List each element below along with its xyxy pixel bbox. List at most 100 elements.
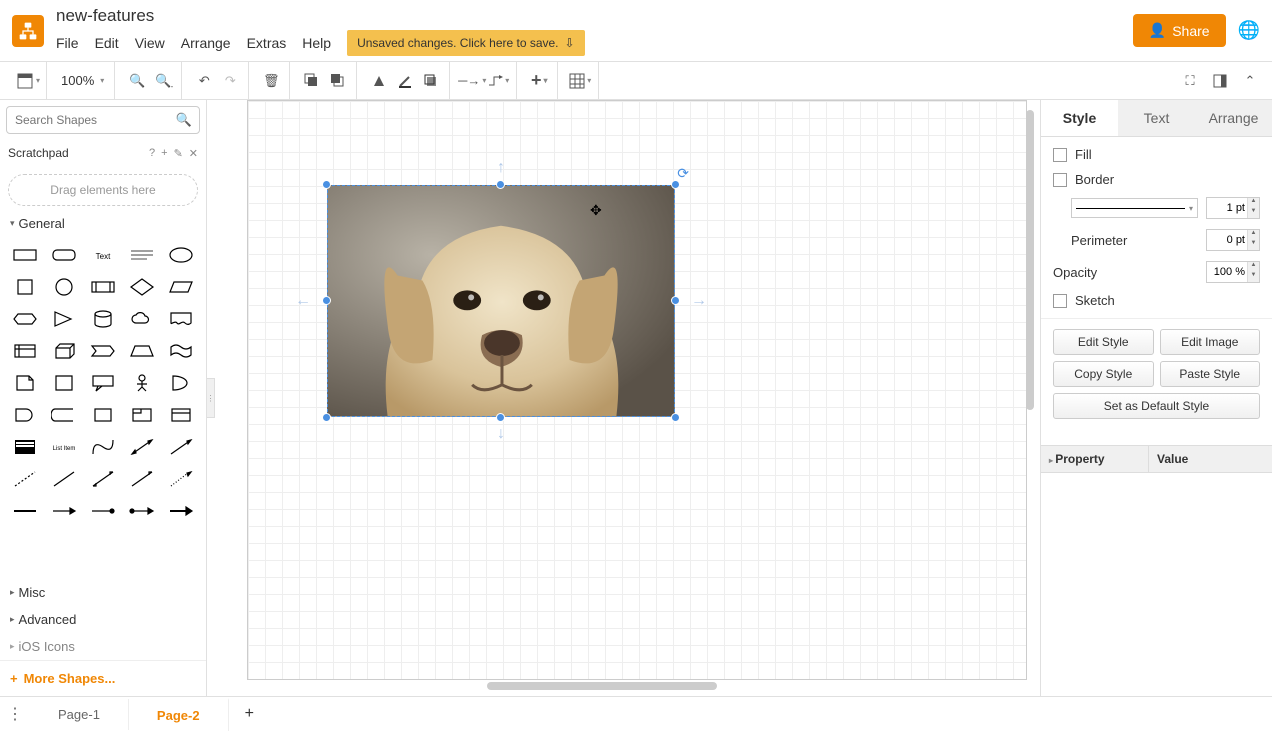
shape-note[interactable]: [8, 369, 43, 397]
connect-arrow-s[interactable]: ↓: [497, 425, 505, 443]
stepper-up[interactable]: ▲: [1247, 262, 1259, 272]
sketch-checkbox[interactable]: [1053, 294, 1067, 308]
resize-handle-ne[interactable]: [671, 180, 680, 189]
zoom-select[interactable]: 100%▾: [57, 71, 108, 90]
menu-view[interactable]: View: [135, 35, 165, 51]
menu-file[interactable]: File: [56, 35, 79, 51]
border-checkbox[interactable]: [1053, 173, 1067, 187]
collapse-icon[interactable]: ⌃: [1238, 69, 1262, 93]
sidebar-collapse-handle[interactable]: ⋮: [207, 378, 215, 418]
shape-container[interactable]: [86, 401, 121, 429]
shape-hexagon[interactable]: [8, 305, 43, 333]
page-view-button[interactable]: ▾: [16, 69, 40, 93]
shape-process[interactable]: [86, 273, 121, 301]
shape-bidir-arrow[interactable]: [124, 433, 159, 461]
shape-text[interactable]: Text: [86, 241, 121, 269]
edit-icon[interactable]: ✎: [174, 147, 183, 160]
resize-handle-w[interactable]: [322, 296, 331, 305]
shape-trapezoid[interactable]: [124, 337, 159, 365]
help-icon[interactable]: ?: [149, 147, 155, 160]
shape-list[interactable]: [8, 433, 43, 461]
shape-tape[interactable]: [163, 337, 198, 365]
table-icon[interactable]: ▾: [568, 69, 592, 93]
section-misc[interactable]: Misc: [0, 579, 206, 606]
shape-cube[interactable]: [47, 337, 82, 365]
shape-listitem[interactable]: List Item: [47, 433, 82, 461]
resize-handle-se[interactable]: [671, 413, 680, 422]
resize-handle-e[interactable]: [671, 296, 680, 305]
stepper-up[interactable]: ▲: [1247, 198, 1259, 208]
shape-circle[interactable]: [47, 273, 82, 301]
zoom-out-icon[interactable]: 🔍-: [151, 69, 175, 93]
resize-handle-nw[interactable]: [322, 180, 331, 189]
shape-and[interactable]: [8, 401, 43, 429]
shape-ellipse[interactable]: [163, 241, 198, 269]
rotate-handle[interactable]: ⟳: [677, 165, 689, 182]
set-default-style-button[interactable]: Set as Default Style: [1053, 393, 1260, 419]
redo-icon[interactable]: ↷: [218, 69, 242, 93]
shape-link5[interactable]: [163, 497, 198, 525]
shape-triangle[interactable]: [47, 305, 82, 333]
section-general[interactable]: General: [0, 210, 206, 237]
undo-icon[interactable]: ↶: [192, 69, 216, 93]
zoom-in-icon[interactable]: 🔍: [125, 69, 149, 93]
edit-style-button[interactable]: Edit Style: [1053, 329, 1154, 355]
connect-arrow-n[interactable]: ↑: [497, 159, 505, 177]
shape-curve[interactable]: [86, 433, 121, 461]
fill-color-icon[interactable]: [367, 69, 391, 93]
share-button[interactable]: 👤 Share: [1133, 14, 1226, 47]
horizontal-scrollbar[interactable]: [487, 682, 717, 690]
fill-checkbox[interactable]: [1053, 148, 1067, 162]
to-front-icon[interactable]: [300, 69, 324, 93]
shape-textbox[interactable]: [124, 241, 159, 269]
shape-rounded[interactable]: [47, 241, 82, 269]
border-style-select[interactable]: ▾: [1071, 198, 1198, 218]
copy-style-button[interactable]: Copy Style: [1053, 361, 1154, 387]
close-icon[interactable]: ✕: [189, 147, 198, 160]
shape-line[interactable]: [47, 465, 82, 493]
shape-link2[interactable]: [47, 497, 82, 525]
stepper-down[interactable]: ▼: [1247, 240, 1259, 250]
pages-menu-icon[interactable]: ⋮: [0, 704, 30, 724]
section-ios[interactable]: iOS Icons: [0, 633, 206, 660]
shape-frame[interactable]: [124, 401, 159, 429]
shape-bidir-thin[interactable]: [86, 465, 121, 493]
resize-handle-sw[interactable]: [322, 413, 331, 422]
stepper-up[interactable]: ▲: [1247, 230, 1259, 240]
scratchpad-dropzone[interactable]: Drag elements here: [8, 174, 198, 206]
edit-image-button[interactable]: Edit Image: [1160, 329, 1261, 355]
property-header[interactable]: Property: [1041, 446, 1149, 472]
shape-link3[interactable]: [86, 497, 121, 525]
menu-edit[interactable]: Edit: [95, 35, 119, 51]
stepper-down[interactable]: ▼: [1247, 272, 1259, 282]
page-tab-1[interactable]: Page-1: [30, 699, 129, 730]
add-page-button[interactable]: +: [229, 697, 270, 731]
tab-arrange[interactable]: Arrange: [1195, 100, 1272, 136]
stepper-down[interactable]: ▼: [1247, 208, 1259, 218]
shape-arrow[interactable]: [163, 433, 198, 461]
page-tab-2[interactable]: Page-2: [129, 698, 229, 731]
format-panel-icon[interactable]: [1208, 69, 1232, 93]
to-back-icon[interactable]: [326, 69, 350, 93]
shape-link1[interactable]: [8, 497, 43, 525]
canvas[interactable]: ⋮ ↑ ↓ ← → ⟳: [207, 100, 1040, 696]
waypoints-icon[interactable]: ▾: [486, 69, 510, 93]
language-icon[interactable]: 🌐: [1238, 20, 1260, 41]
connect-arrow-e[interactable]: →: [691, 292, 707, 310]
shape-dashed[interactable]: [8, 465, 43, 493]
shape-parallelogram[interactable]: [163, 273, 198, 301]
shape-or[interactable]: [163, 369, 198, 397]
selected-image-shape[interactable]: ↑ ↓ ← → ⟳: [327, 185, 675, 417]
resize-handle-n[interactable]: [496, 180, 505, 189]
menu-help[interactable]: Help: [302, 35, 331, 51]
more-shapes-button[interactable]: +More Shapes...: [0, 660, 206, 696]
menu-arrange[interactable]: Arrange: [181, 35, 231, 51]
shape-cylinder[interactable]: [86, 305, 121, 333]
document-title[interactable]: new-features: [56, 6, 1133, 26]
menu-extras[interactable]: Extras: [247, 35, 287, 51]
vertical-scrollbar[interactable]: [1026, 110, 1034, 410]
add-icon[interactable]: +: [161, 147, 167, 160]
tab-text[interactable]: Text: [1118, 100, 1195, 136]
line-color-icon[interactable]: [393, 69, 417, 93]
shape-arrow-thin[interactable]: [124, 465, 159, 493]
